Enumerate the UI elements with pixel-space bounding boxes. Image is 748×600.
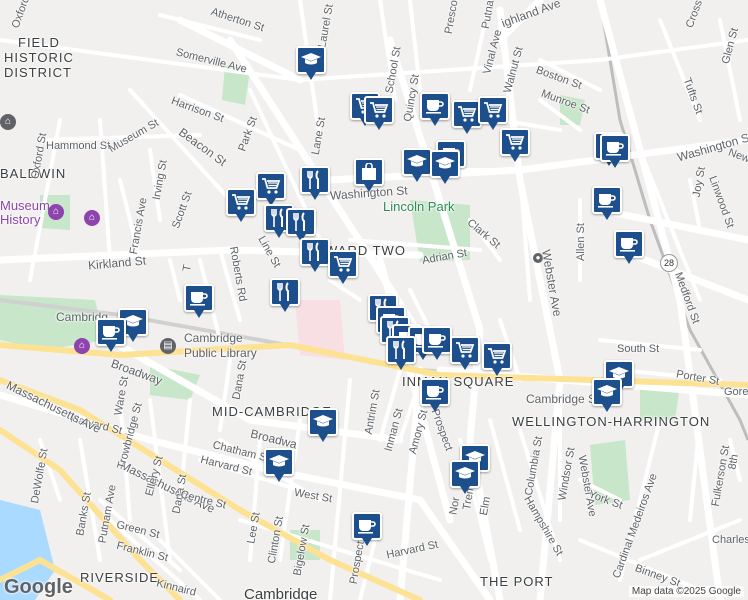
poi-label-lincoln-park: Lincoln Park: [383, 199, 455, 214]
area-label-riverside: RIVERSIDE: [80, 570, 160, 585]
restaurant-marker[interactable]: [300, 166, 330, 200]
restaurant-icon: [286, 208, 316, 236]
poi-label-history: History: [0, 212, 41, 227]
area-label-wellington-harrington: WELLINGTON-HARRINGTON: [512, 414, 711, 429]
cafe-icon: [352, 512, 382, 540]
school-icon: [592, 378, 622, 406]
school-icon: [430, 150, 460, 178]
shopping-cart-icon: [450, 336, 480, 364]
cafe-icon: [96, 318, 126, 346]
street-label: Allen St: [574, 223, 587, 261]
poi-label-library-1: Cambridge: [184, 331, 243, 345]
shopping-cart-icon: [478, 96, 508, 124]
street-label: Hammond St: [46, 140, 111, 152]
cafe-marker[interactable]: [184, 284, 214, 318]
area-label-field: FIELD: [18, 35, 60, 50]
street-label: Gore: [724, 386, 748, 398]
school-icon[interactable]: ⌂: [0, 114, 16, 130]
street-label: Charles: [712, 534, 748, 546]
restaurant-marker[interactable]: [386, 336, 416, 370]
shopping-cart-marker[interactable]: [478, 96, 508, 130]
cafe-icon: [600, 134, 630, 162]
map-attribution: Map data ©2025 Google: [628, 586, 744, 597]
cafe-icon: [184, 284, 214, 312]
shopping-cart-icon: [256, 172, 286, 200]
school-marker[interactable]: [264, 448, 294, 482]
museum-icon[interactable]: ⌂: [48, 204, 64, 220]
school-icon: [308, 408, 338, 436]
cafe-marker[interactable]: [352, 512, 382, 546]
school-icon: [264, 448, 294, 476]
cafe-marker[interactable]: [422, 326, 452, 360]
google-logo: Google: [4, 576, 73, 598]
shopping-bag-icon: [354, 158, 384, 186]
shopping-cart-marker[interactable]: [328, 250, 358, 284]
cafe-marker[interactable]: [592, 186, 622, 220]
restaurant-icon: [386, 336, 416, 364]
area-label-historic: HISTORIC: [4, 50, 74, 65]
restaurant-icon: [300, 166, 330, 194]
shopping-cart-icon: [226, 188, 256, 216]
restaurant-marker[interactable]: [270, 278, 300, 312]
shopping-cart-marker[interactable]: [256, 172, 286, 206]
shopping-bag-marker[interactable]: [354, 158, 384, 192]
landmark-icon[interactable]: ⌂: [74, 338, 90, 354]
library-icon[interactable]: ▤: [160, 338, 176, 354]
cafe-marker[interactable]: [96, 318, 126, 352]
school-icon: [296, 46, 326, 74]
shopping-cart-marker[interactable]: [226, 188, 256, 222]
street-label: South St: [617, 343, 660, 355]
school-marker[interactable]: [450, 460, 480, 494]
restaurant-marker[interactable]: [300, 238, 330, 272]
route-shield-28: 28: [660, 254, 678, 272]
school-marker[interactable]: [430, 150, 460, 184]
school-marker[interactable]: [296, 46, 326, 80]
area-label-the-port: THE PORT: [480, 574, 554, 589]
school-marker[interactable]: [402, 148, 432, 182]
poi-label-library-2: Public Library: [184, 346, 257, 360]
street-label: Cambridge St: [526, 392, 600, 406]
school-icon: [402, 148, 432, 176]
school-marker[interactable]: [308, 408, 338, 442]
shopping-cart-icon: [500, 128, 530, 156]
cafe-icon: [614, 230, 644, 258]
restaurant-icon: [270, 278, 300, 306]
shopping-cart-icon: [328, 250, 358, 278]
cafe-icon: [420, 378, 450, 406]
poi-label-museum: Museum: [0, 198, 50, 213]
cafe-icon: [422, 326, 452, 354]
shopping-cart-marker[interactable]: [364, 96, 394, 130]
shopping-cart-marker[interactable]: [482, 342, 512, 376]
cafe-marker[interactable]: [420, 378, 450, 412]
school-icon: [450, 460, 480, 488]
city-label-cambridge: Cambridge: [244, 586, 318, 600]
area-label-district: DISTRICT: [4, 65, 72, 80]
restaurant-marker[interactable]: [286, 208, 316, 242]
shopping-cart-icon: [482, 342, 512, 370]
restaurant-icon: [300, 238, 330, 266]
school-marker[interactable]: [592, 378, 622, 412]
cafe-icon: [592, 186, 622, 214]
shopping-cart-marker[interactable]: [500, 128, 530, 162]
shopping-cart-icon: [364, 96, 394, 124]
map-canvas[interactable]: FIELD HISTORIC DISTRICT BALDWIN WARD TWO…: [0, 0, 748, 600]
cafe-marker[interactable]: [420, 92, 450, 126]
shopping-cart-marker[interactable]: [450, 336, 480, 370]
area-label-inman-square: INMAN SQUARE: [402, 374, 515, 389]
cafe-icon: [420, 92, 450, 120]
museum-icon[interactable]: ⌂: [84, 210, 100, 226]
cafe-marker[interactable]: [614, 230, 644, 264]
cafe-marker[interactable]: [600, 134, 630, 168]
